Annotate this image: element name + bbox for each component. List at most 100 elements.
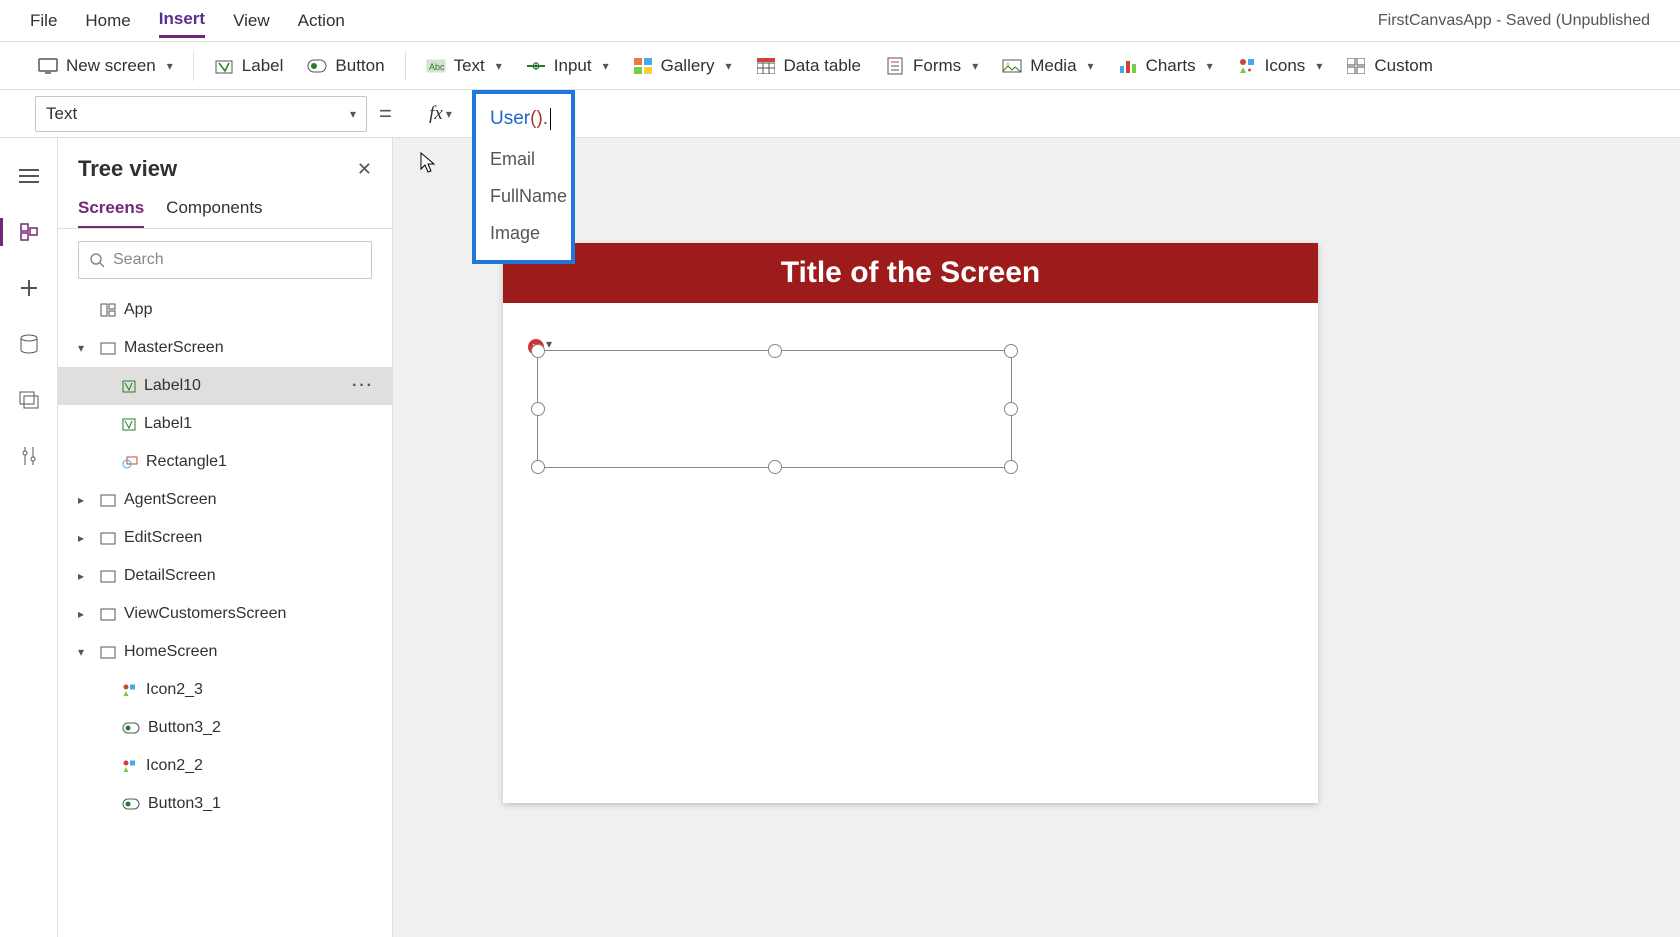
screen-label: MasterScreen	[124, 339, 224, 357]
tab-components[interactable]: Components	[166, 198, 262, 228]
text-icon: Abc	[426, 56, 446, 76]
icons-label: Icons	[1265, 56, 1306, 76]
formula-suggestions: Email FullName Image	[476, 136, 571, 260]
data-icon[interactable]	[15, 330, 43, 358]
custom-dropdown[interactable]: Custom	[1334, 50, 1445, 82]
datatable-label: Data table	[784, 56, 862, 76]
tree-screen-editscreen[interactable]: ▸ EditScreen	[58, 519, 392, 557]
tree-app[interactable]: App	[58, 291, 392, 329]
menu-view[interactable]: View	[233, 5, 270, 37]
chevron-down-icon[interactable]: ▾	[78, 645, 92, 659]
label-label: Label	[242, 56, 284, 76]
charts-dropdown[interactable]: Charts ▾	[1106, 50, 1225, 82]
left-rail	[0, 138, 58, 937]
chevron-down-icon: ▾	[167, 59, 173, 73]
hamburger-icon[interactable]	[15, 162, 43, 190]
chevron-right-icon[interactable]: ▸	[78, 607, 92, 621]
chevron-right-icon[interactable]: ▸	[78, 569, 92, 583]
tree-screen-detailscreen[interactable]: ▸ DetailScreen	[58, 557, 392, 595]
tree-item-icon2-3[interactable]: Icon2_3	[58, 671, 392, 709]
formula-popup: User(). Email FullName Image	[472, 90, 575, 264]
formula-bar: Text ▾ = fx ▾	[0, 90, 1680, 138]
fx-button[interactable]: fx ▾	[404, 96, 456, 132]
more-icon[interactable]: ···	[352, 377, 374, 395]
screen-icon	[100, 646, 116, 659]
chevron-down-icon: ▾	[1088, 59, 1094, 73]
tree-scroll[interactable]: App ▾ MasterScreen Label10 ··· Label1 Re…	[58, 291, 392, 937]
menu-home[interactable]: Home	[85, 5, 130, 37]
suggestion-image[interactable]: Image	[476, 215, 571, 252]
media-label: Media	[1030, 56, 1076, 76]
screen-label: AgentScreen	[124, 491, 217, 509]
tab-screens[interactable]: Screens	[78, 198, 144, 228]
tree-item-rectangle1[interactable]: Rectangle1	[58, 443, 392, 481]
forms-icon	[885, 56, 905, 76]
formula-input[interactable]: User().	[476, 94, 571, 136]
tree-view-icon[interactable]	[15, 218, 43, 246]
tree-item-label1[interactable]: Label1	[58, 405, 392, 443]
canvas[interactable]: Title of the Screen ✕ ▾	[503, 243, 1318, 803]
input-label: Input	[554, 56, 592, 76]
media-dropdown[interactable]: Media ▾	[990, 50, 1105, 82]
button-button[interactable]: Button	[295, 50, 396, 82]
tree-title: Tree view	[78, 156, 177, 182]
close-icon[interactable]: ✕	[357, 159, 372, 180]
datatable-icon	[756, 56, 776, 76]
tree-item-button3-2[interactable]: Button3_2	[58, 709, 392, 747]
tree-item-label10[interactable]: Label10 ···	[58, 367, 392, 405]
property-dropdown[interactable]: Text ▾	[35, 96, 367, 132]
chevron-right-icon[interactable]: ▸	[78, 493, 92, 507]
tree-screen-viewcustomersscreen[interactable]: ▸ ViewCustomersScreen	[58, 595, 392, 633]
chevron-down-icon[interactable]: ▾	[546, 337, 552, 351]
label-icon	[214, 56, 234, 76]
search-input[interactable]: Search	[78, 241, 372, 279]
media-icon	[1002, 56, 1022, 76]
ribbon: New screen ▾ Label Button Abc Text ▾ Inp…	[0, 42, 1680, 90]
insert-icon[interactable]	[15, 274, 43, 302]
text-label: Text	[454, 56, 485, 76]
selected-control[interactable]: ✕ ▾	[537, 350, 1012, 468]
button-icon	[122, 722, 140, 734]
input-dropdown[interactable]: Input ▾	[514, 50, 621, 82]
chevron-right-icon[interactable]: ▸	[78, 531, 92, 545]
media-rail-icon[interactable]	[15, 386, 43, 414]
item-label: Label10	[144, 377, 201, 395]
icons-dropdown[interactable]: Icons ▾	[1225, 50, 1335, 82]
screen-label: DetailScreen	[124, 567, 216, 585]
new-screen-button[interactable]: New screen ▾	[26, 50, 185, 82]
datatable-button[interactable]: Data table	[744, 50, 874, 82]
tree-item-button3-1[interactable]: Button3_1	[58, 785, 392, 823]
advanced-tools-icon[interactable]	[15, 442, 43, 470]
gallery-icon	[633, 56, 653, 76]
menubar: File Home Insert View Action FirstCanvas…	[0, 0, 1680, 42]
label-icon	[122, 380, 136, 393]
suggestion-fullname[interactable]: FullName	[476, 178, 571, 215]
tree-item-icon2-2[interactable]: Icon2_2	[58, 747, 392, 785]
screen-icon	[100, 608, 116, 621]
fx-label: fx	[429, 103, 443, 125]
custom-label: Custom	[1374, 56, 1433, 76]
screen-icon	[100, 494, 116, 507]
forms-dropdown[interactable]: Forms ▾	[873, 50, 990, 82]
gallery-dropdown[interactable]: Gallery ▾	[621, 50, 744, 82]
chevron-down-icon[interactable]: ▾	[78, 341, 92, 355]
text-dropdown[interactable]: Abc Text ▾	[414, 50, 514, 82]
tree-screen-homescreen[interactable]: ▾ HomeScreen	[58, 633, 392, 671]
label-button[interactable]: Label	[202, 50, 296, 82]
shape-icon	[122, 456, 138, 469]
menu-file[interactable]: File	[30, 5, 57, 37]
screen-icon	[100, 532, 116, 545]
screen-icon	[100, 342, 116, 355]
canvas-area[interactable]: Title of the Screen ✕ ▾	[393, 138, 1680, 937]
item-label: Button3_1	[148, 795, 221, 813]
charts-icon	[1118, 56, 1138, 76]
screen-label: HomeScreen	[124, 643, 217, 661]
tree-screen-masterscreen[interactable]: ▾ MasterScreen	[58, 329, 392, 367]
custom-icon	[1346, 56, 1366, 76]
text-caret	[550, 108, 551, 130]
menu-action[interactable]: Action	[298, 5, 345, 37]
menu-insert[interactable]: Insert	[159, 3, 205, 38]
tree-screen-agentscreen[interactable]: ▸ AgentScreen	[58, 481, 392, 519]
item-label: Icon2_3	[146, 681, 203, 699]
suggestion-email[interactable]: Email	[476, 141, 571, 178]
